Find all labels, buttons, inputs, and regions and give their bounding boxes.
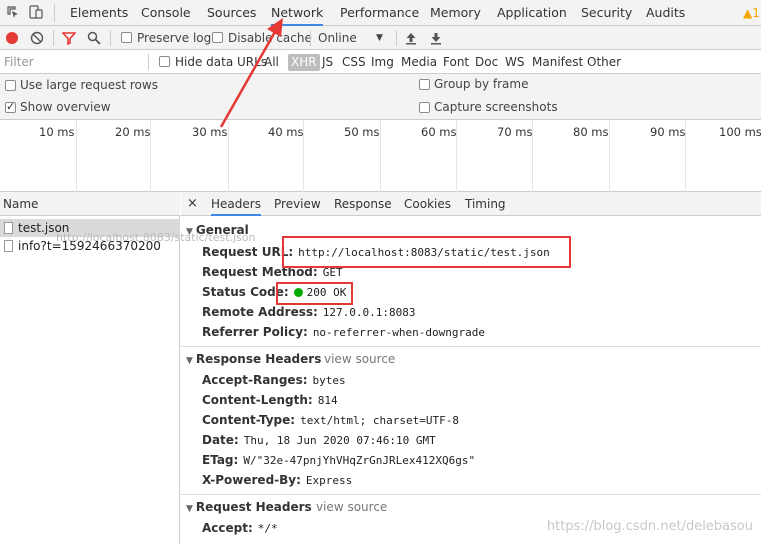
annotation-arrow [219, 18, 283, 128]
watermark: https://blog.csdn.net/delebasou [546, 519, 753, 534]
